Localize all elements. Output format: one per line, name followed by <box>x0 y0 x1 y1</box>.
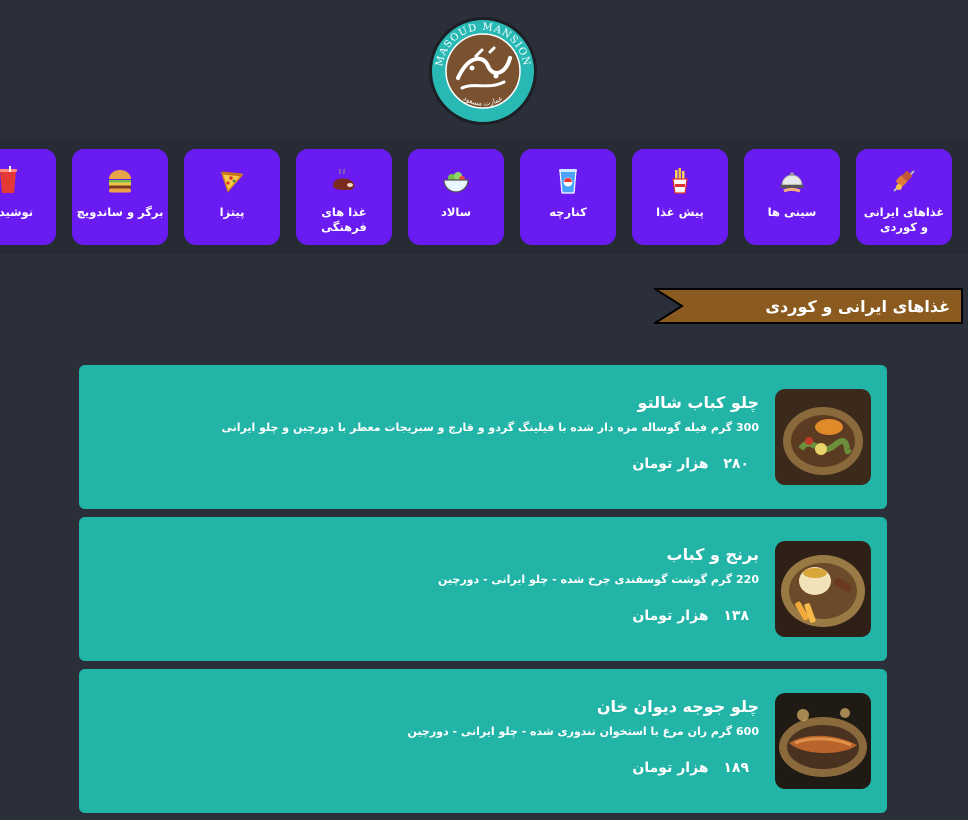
burger-icon <box>104 165 136 197</box>
category-label: نوشیدنی <box>0 205 34 219</box>
category-cultural-foods[interactable]: غذا های فرهنگی <box>296 149 392 245</box>
category-iranian-kurdish[interactable]: غذاهای ایرانی و کوردی <box>856 149 952 245</box>
item-price: ۱۸۹ هزار تومان <box>632 760 749 776</box>
category-label: کنارچه <box>549 205 587 219</box>
category-label: پیتزا <box>219 205 245 219</box>
steak-icon <box>328 165 360 197</box>
item-description: 300 گرم فیله گوساله مزه دار شده با فیلین… <box>221 421 759 434</box>
food-photo <box>775 389 871 485</box>
category-sides[interactable]: کنارچه <box>520 149 616 245</box>
category-pizza[interactable]: پیتزا <box>184 149 280 245</box>
pizza-slice-icon <box>216 165 248 197</box>
price-currency: هزار تومان <box>632 456 709 472</box>
category-label: سینی ها <box>767 205 817 219</box>
category-trays[interactable]: سینی ها <box>744 149 840 245</box>
price-currency: هزار تومان <box>632 760 709 776</box>
section-title-ribbon: غذاهای ایرانی و کوردی <box>654 288 964 324</box>
item-name: چلو جوجه دیوان خان <box>596 697 759 716</box>
category-label: پیش غذا <box>656 205 704 219</box>
category-label: غذاهای ایرانی و کوردی <box>863 205 945 234</box>
item-price: ۲۸۰ هزار تومان <box>632 456 749 472</box>
category-label: غذا های فرهنگی <box>321 205 367 234</box>
category-bar[interactable]: غذاهای ایرانی و کوردی سینی ها پیش غذا کن… <box>0 140 968 254</box>
item-description: 220 گرم گوشت گوسفندی چرخ شده - چلو ایران… <box>438 573 759 586</box>
price-value: ۲۸۰ <box>723 456 749 472</box>
category-salad[interactable]: سالاد <box>408 149 504 245</box>
category-burger-sandwich[interactable]: برگر و ساندویچ <box>72 149 168 245</box>
menu-item-card[interactable]: چلو جوجه دیوان خان 600 گرم ران مرغ با اس… <box>79 669 887 813</box>
menu-item-card[interactable]: برنج و کباب 220 گرم گوشت گوسفندی چرخ شده… <box>79 517 887 661</box>
salad-bowl-icon <box>440 165 472 197</box>
serving-tray-icon <box>776 165 808 197</box>
menu-item-card[interactable]: چلو کباب شالتو 300 گرم فیله گوساله مزه د… <box>79 365 887 509</box>
price-currency: هزار تومان <box>632 608 709 624</box>
price-value: ۱۸۹ <box>723 760 749 776</box>
item-name: برنج و کباب <box>666 545 759 564</box>
item-price: ۱۳۸ هزار تومان <box>632 608 749 624</box>
drink-cup-icon <box>0 165 24 197</box>
soda-cup-icon <box>552 165 584 197</box>
item-name: چلو کباب شالتو <box>637 393 759 412</box>
price-value: ۱۳۸ <box>723 608 749 624</box>
item-description: 600 گرم ران مرغ با استخوان تندوری شده - … <box>407 725 759 738</box>
category-label: سالاد <box>440 205 472 219</box>
kebab-skewer-icon <box>888 165 920 197</box>
category-appetizers[interactable]: پیش غذا <box>632 149 728 245</box>
category-drinks[interactable]: نوشیدنی <box>0 149 56 245</box>
brand-logo[interactable]: MASOUD MANSION عمارت مسعود <box>428 16 538 126</box>
food-photo <box>775 541 871 637</box>
category-label: برگر و ساندویچ <box>76 205 164 219</box>
section-title: غذاهای ایرانی و کوردی <box>765 297 950 316</box>
french-fries-icon <box>664 165 696 197</box>
menu-page: MASOUD MANSION عمارت مسعود غذاهای ایرانی… <box>0 0 968 820</box>
food-photo <box>775 693 871 789</box>
